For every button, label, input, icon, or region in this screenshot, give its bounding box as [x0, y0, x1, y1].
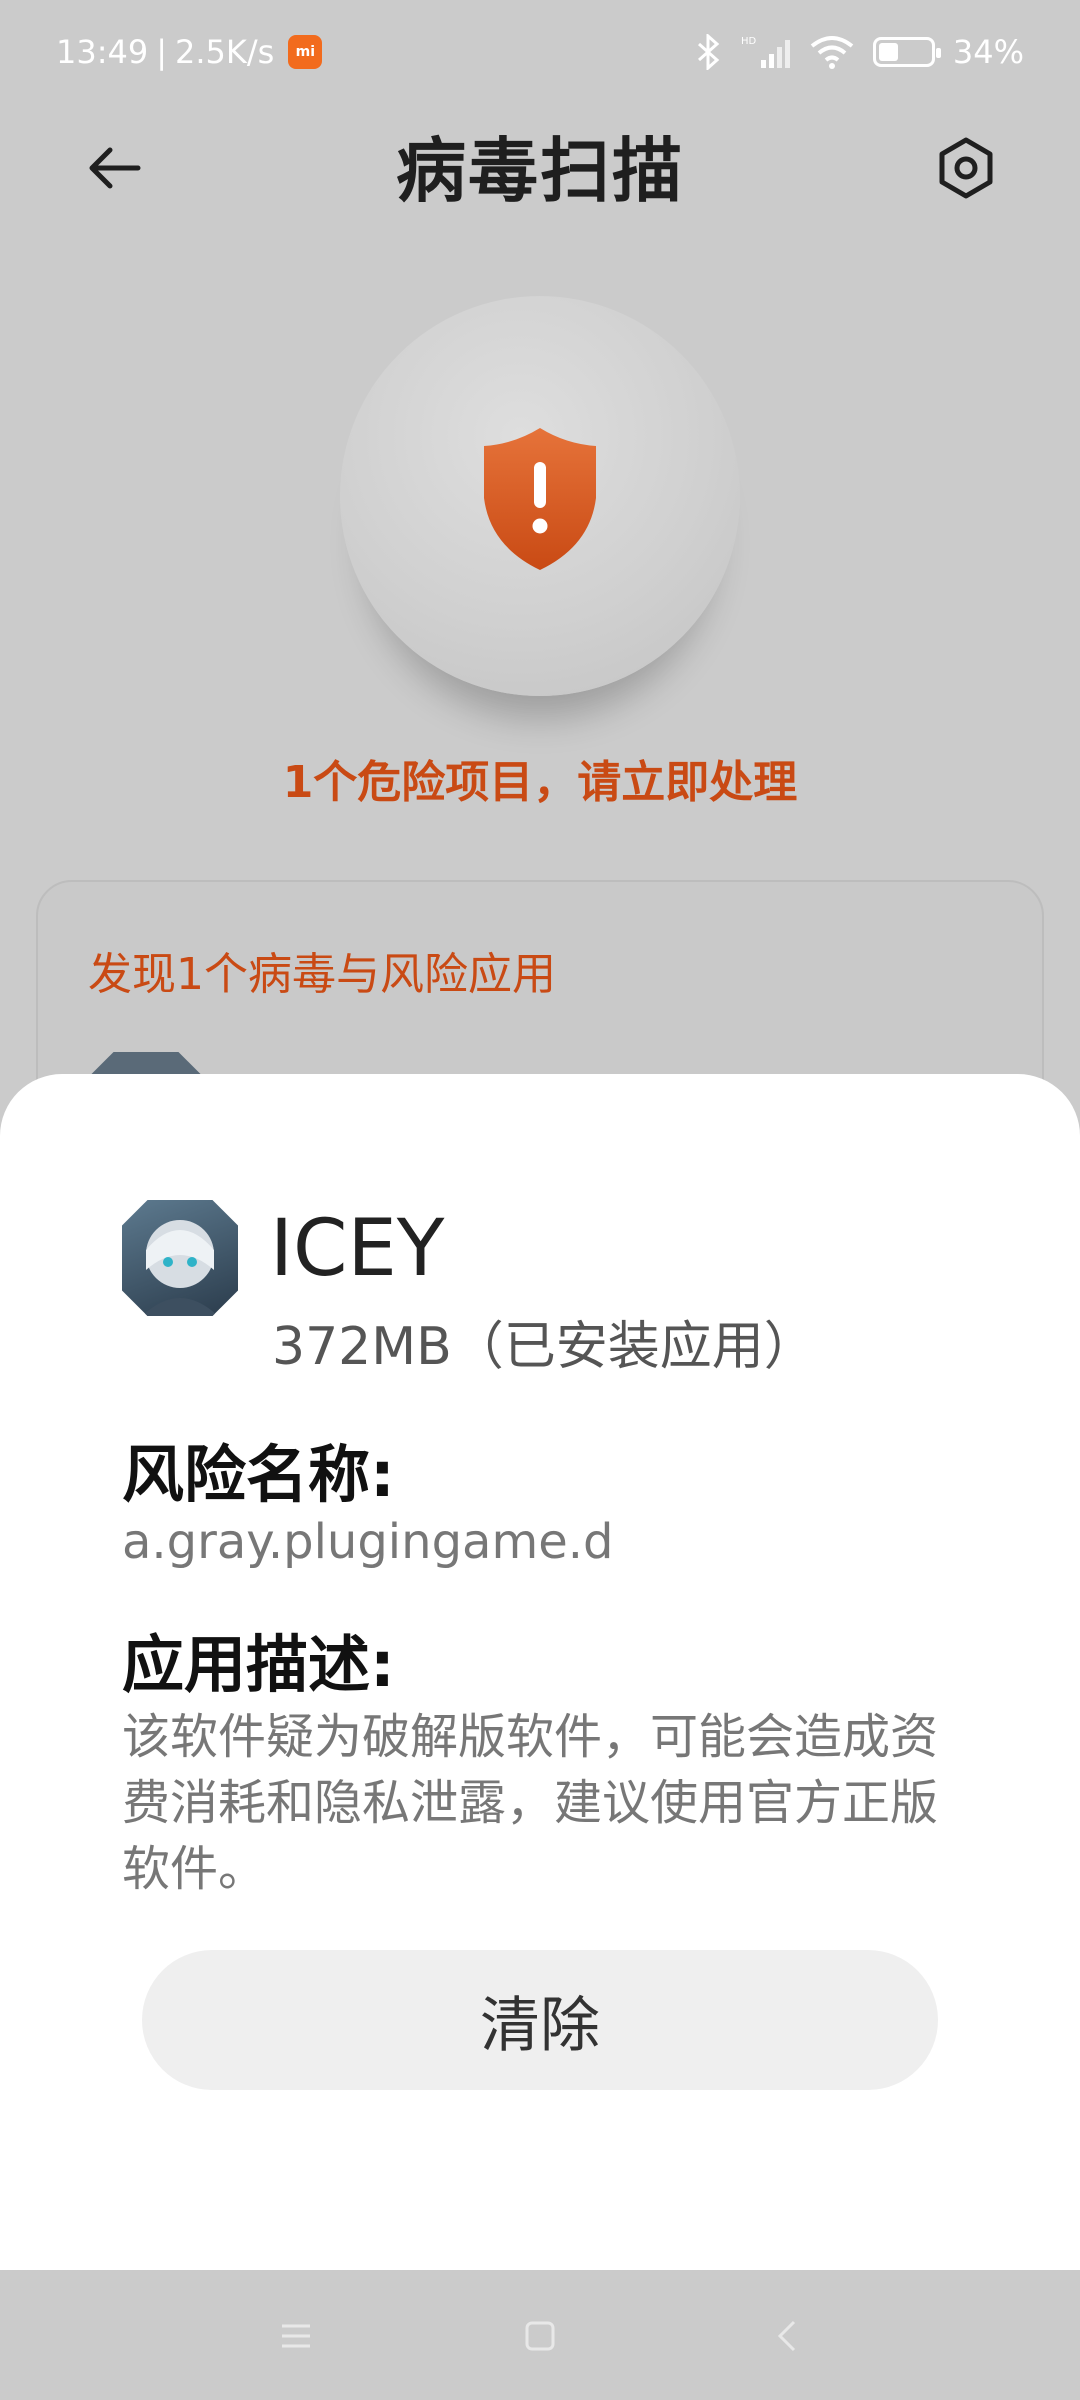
home-icon[interactable] [512, 2308, 568, 2364]
status-bar: 13:49 | 2.5K/s mi HD 34% [0, 0, 1080, 104]
result-card-title: 发现1个病毒与风险应用 [88, 949, 556, 1000]
status-time: 13:49 [56, 33, 149, 71]
network-speed: 2.5K/s [175, 33, 275, 71]
risk-name-label: 风险名称: [122, 1438, 395, 1511]
app-name: ICEY [270, 1204, 445, 1294]
settings-icon[interactable] [930, 132, 1002, 204]
clear-button[interactable]: 清除 [142, 1950, 938, 2090]
back-icon[interactable] [760, 2308, 816, 2364]
page-title: 病毒扫描 [396, 129, 684, 212]
detail-sheet: ICEY 372MB（已安装应用） 风险名称: a.gray.plugingam… [0, 1074, 1080, 2270]
top-bar: 病毒扫描 [0, 110, 1080, 220]
menu-icon[interactable] [268, 2308, 324, 2364]
mi-notification-icon: mi [288, 35, 323, 69]
status-right: HD 34% [693, 33, 1024, 71]
status-left: 13:49 | 2.5K/s mi [56, 33, 323, 71]
status-separator: | [156, 33, 167, 71]
back-arrow-icon[interactable] [78, 132, 150, 204]
bluetooth-icon [697, 34, 720, 70]
navigation-bar [0, 2270, 1080, 2400]
description-value: 该软件疑为破解版软件，可能会造成资费消耗和隐私泄露，建议使用官方正版软件。 [122, 1709, 939, 1897]
svg-text:HD: HD [741, 36, 757, 47]
battery-percent: 34% [952, 33, 1024, 71]
description-label: 应用描述: [122, 1628, 395, 1701]
battery-fill [878, 43, 898, 61]
wifi-icon [810, 36, 854, 69]
battery-icon [872, 37, 941, 67]
shield-warning-icon [484, 428, 596, 570]
scan-status-circle [340, 296, 740, 696]
app-size: 372MB（已安装应用） [272, 1317, 816, 1377]
risk-name-value: a.gray.plugingame.d [122, 1514, 614, 1570]
signal-icon: HD [741, 36, 790, 68]
app-icon [122, 1200, 238, 1316]
app-avatar-icon [142, 1220, 218, 1316]
danger-message: 1个危险项目，请立即处理 [282, 757, 798, 808]
